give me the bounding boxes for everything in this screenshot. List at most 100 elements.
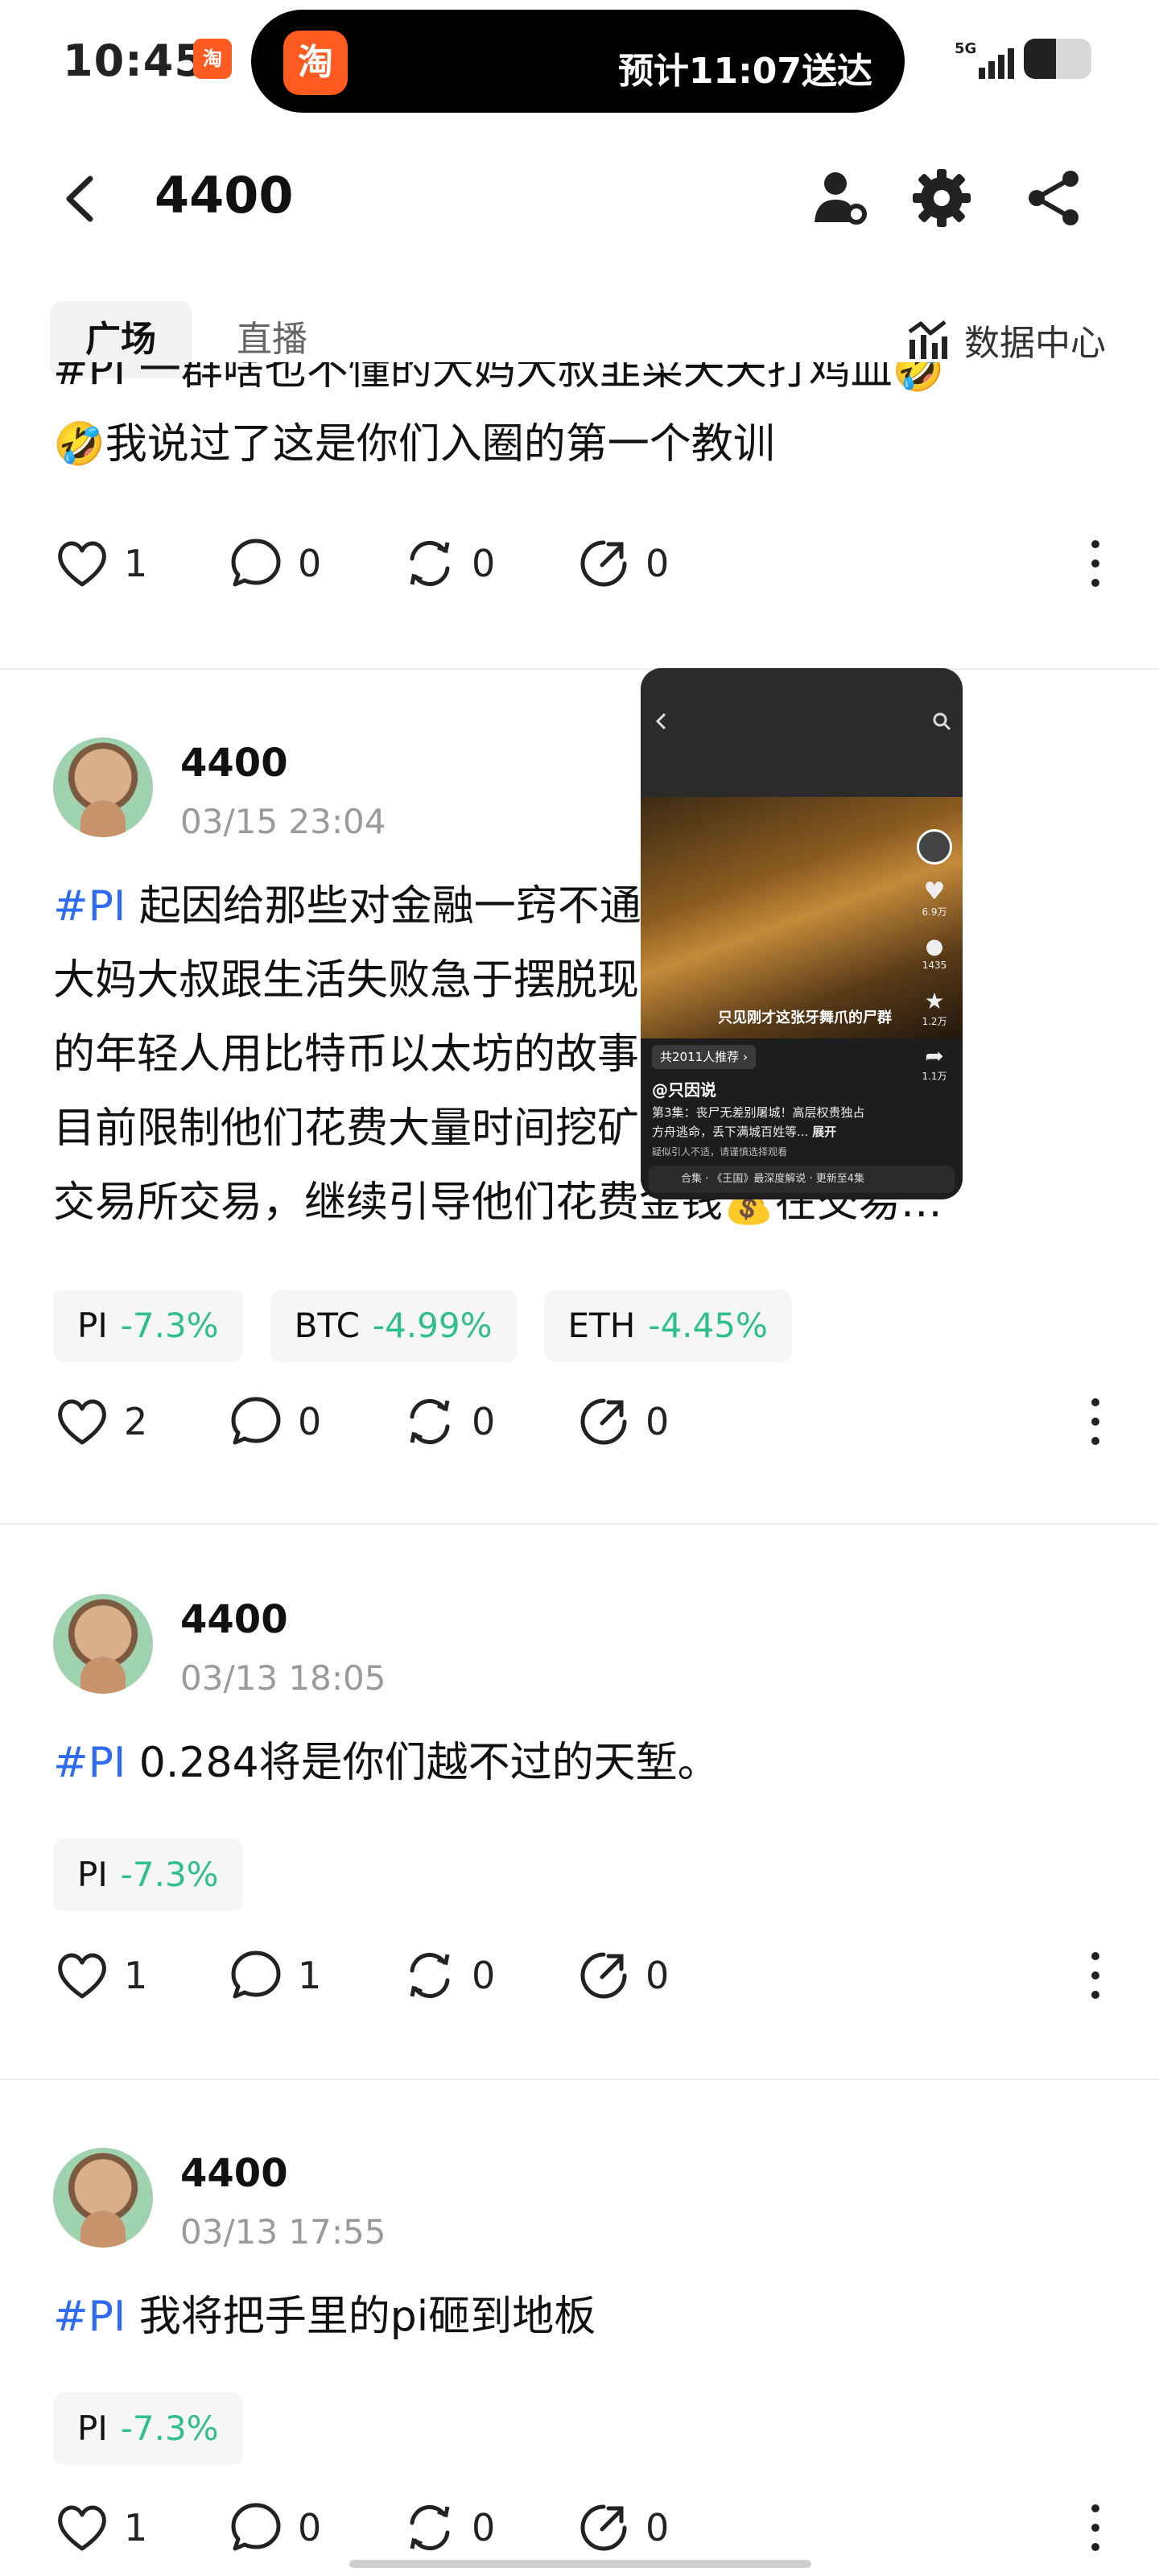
- like-count: 1: [124, 1954, 148, 1997]
- like-button[interactable]: 2: [53, 1389, 147, 1454]
- comment-icon: [231, 539, 281, 587]
- repost-button[interactable]: 0: [401, 531, 495, 596]
- post-item[interactable]: #PI 一群啥也不懂的大妈大叔韭菜天天打鸡血🤣 🤣我说过了这是你们入圈的第一个教…: [0, 362, 1159, 660]
- post-actions: 1 0 0 0: [53, 2496, 1107, 2560]
- repost-count: 0: [472, 1954, 496, 1997]
- ticker-change: -4.45%: [648, 1306, 768, 1345]
- comment-icon: [231, 2503, 281, 2551]
- back-icon[interactable]: [652, 712, 671, 731]
- post-text[interactable]: #PI 0.284将是你们越不过的天堑。: [53, 1726, 1107, 1800]
- data-center-button[interactable]: 数据中心: [905, 314, 1106, 365]
- heart-icon: [58, 541, 106, 587]
- video-top-bar: [641, 668, 963, 797]
- post-time: 03/13 17:55: [180, 2212, 386, 2252]
- ticker-chip[interactable]: PI -7.3%: [53, 2392, 243, 2465]
- floating-video-player[interactable]: 只见刚才这张牙舞爪的尸群 ♥ 6.9万 ● 1435 ★ 1.2万 ➦ 1.1万…: [641, 668, 963, 1199]
- share-arrow-icon: [580, 1398, 627, 1445]
- gear-icon[interactable]: [909, 166, 974, 230]
- more-icon[interactable]: [1083, 535, 1107, 592]
- expand-link[interactable]: 展开: [812, 1125, 836, 1139]
- avatar[interactable]: [53, 1594, 153, 1694]
- comment-button[interactable]: 0: [227, 1389, 321, 1454]
- video-share-button[interactable]: ➦ 1.1万: [914, 1043, 955, 1083]
- repost-icon: [410, 541, 450, 586]
- ticker-change: -4.99%: [372, 1306, 493, 1345]
- more-icon[interactable]: [1083, 1393, 1107, 1451]
- signal-icon: 5G: [955, 40, 1014, 79]
- repost-count: 0: [472, 542, 496, 585]
- post-text[interactable]: #PI 我将把手里的pi砸到地板: [53, 2280, 1107, 2354]
- taobao-notification-icon: 淘: [193, 39, 232, 79]
- repost-button[interactable]: 0: [401, 1943, 495, 2008]
- hashtag-link[interactable]: #PI: [53, 2293, 126, 2341]
- comment-button[interactable]: 1: [227, 1943, 321, 2008]
- video-favorite-button[interactable]: ★ 1.2万: [914, 989, 955, 1028]
- user-settings-icon[interactable]: [808, 166, 872, 230]
- share-post-button[interactable]: 0: [575, 2496, 669, 2560]
- collection-bar[interactable]: 合集 · 《王国》最深度解说 · 更新至4集: [649, 1166, 955, 1193]
- avatar[interactable]: [53, 2148, 153, 2248]
- repost-icon: [410, 1953, 450, 1998]
- data-center-label: 数据中心: [964, 323, 1106, 364]
- heart-icon: [58, 1399, 106, 1445]
- share-post-button[interactable]: 0: [575, 1389, 669, 1454]
- repost-icon: [410, 2505, 450, 2550]
- video-like-button[interactable]: ♥ 6.9万: [914, 879, 955, 919]
- share-icon[interactable]: [1022, 166, 1087, 230]
- comment-icon: [231, 1397, 281, 1445]
- battery-icon: [1024, 39, 1091, 79]
- video-comment-count: 1435: [922, 960, 947, 971]
- ticker-chip[interactable]: ETH -4.45%: [543, 1290, 792, 1362]
- home-indicator[interactable]: [349, 2560, 811, 2568]
- divider: [0, 1523, 1159, 1525]
- post-text-line: 我将把手里的pi砸到地板: [138, 2293, 596, 2341]
- like-button[interactable]: 1: [53, 531, 147, 596]
- ticker-symbol: PI: [77, 1855, 108, 1894]
- comment-button[interactable]: 0: [227, 531, 321, 596]
- video-favorite-count: 1.2万: [922, 1016, 947, 1027]
- post-actions: 1 0 0 0: [53, 531, 1107, 596]
- repost-count: 0: [472, 2506, 496, 2549]
- ticker-change: -7.3%: [120, 1306, 219, 1345]
- repost-button[interactable]: 0: [401, 1389, 495, 1454]
- post-text-line: #PI 一群啥也不懂的大妈大叔韭菜天天打鸡血🤣: [53, 362, 945, 394]
- share-post-button[interactable]: 0: [575, 1943, 669, 2008]
- post-text-line: 0.284将是你们越不过的天堑。: [138, 1739, 720, 1787]
- back-icon[interactable]: [56, 171, 105, 227]
- video-like-count: 6.9万: [922, 906, 947, 918]
- post-text-line: 🤣我说过了这是你们入圈的第一个教训: [53, 420, 775, 469]
- video-subtitle: 只见刚才这张牙舞爪的尸群: [718, 1009, 892, 1026]
- video-comment-button[interactable]: ● 1435: [914, 934, 955, 971]
- video-author[interactable]: @只因说: [652, 1077, 716, 1100]
- post-author[interactable]: 4400: [180, 741, 288, 786]
- dynamic-island[interactable]: 淘 预计11:07送达: [251, 10, 905, 113]
- ticker-chip[interactable]: PI -7.3%: [53, 1290, 243, 1362]
- divider: [0, 668, 1159, 670]
- ticker-symbol: PI: [77, 2409, 108, 2448]
- comment-count: 0: [298, 2506, 322, 2549]
- ticker-chip[interactable]: BTC -4.99%: [270, 1290, 517, 1362]
- more-icon[interactable]: [1083, 2499, 1107, 2557]
- share-count: 0: [645, 1400, 670, 1443]
- repost-button[interactable]: 0: [401, 2496, 495, 2560]
- hashtag-link[interactable]: #PI: [53, 882, 126, 931]
- like-count: 1: [124, 2506, 148, 2549]
- like-button[interactable]: 1: [53, 2496, 147, 2560]
- like-button[interactable]: 1: [53, 1943, 147, 2008]
- taobao-app-icon: 淘: [283, 31, 348, 95]
- star-icon: ★: [924, 988, 945, 1014]
- post-author[interactable]: 4400: [180, 1597, 288, 1642]
- recommend-badge[interactable]: 共2011人推荐 ›: [652, 1045, 756, 1069]
- comment-button[interactable]: 0: [227, 2496, 321, 2560]
- avatar[interactable]: [53, 737, 153, 837]
- share-arrow-icon: [580, 540, 627, 587]
- ticker-chips: PI -7.3%: [53, 2392, 243, 2465]
- more-icon[interactable]: [1083, 1946, 1107, 2004]
- hashtag-link[interactable]: #PI: [53, 1739, 126, 1787]
- video-author-avatar[interactable]: [914, 829, 955, 865]
- chart-icon: [908, 320, 947, 359]
- ticker-chip[interactable]: PI -7.3%: [53, 1839, 243, 1911]
- post-author[interactable]: 4400: [180, 2151, 288, 2196]
- search-icon[interactable]: [932, 712, 951, 731]
- share-post-button[interactable]: 0: [575, 531, 669, 596]
